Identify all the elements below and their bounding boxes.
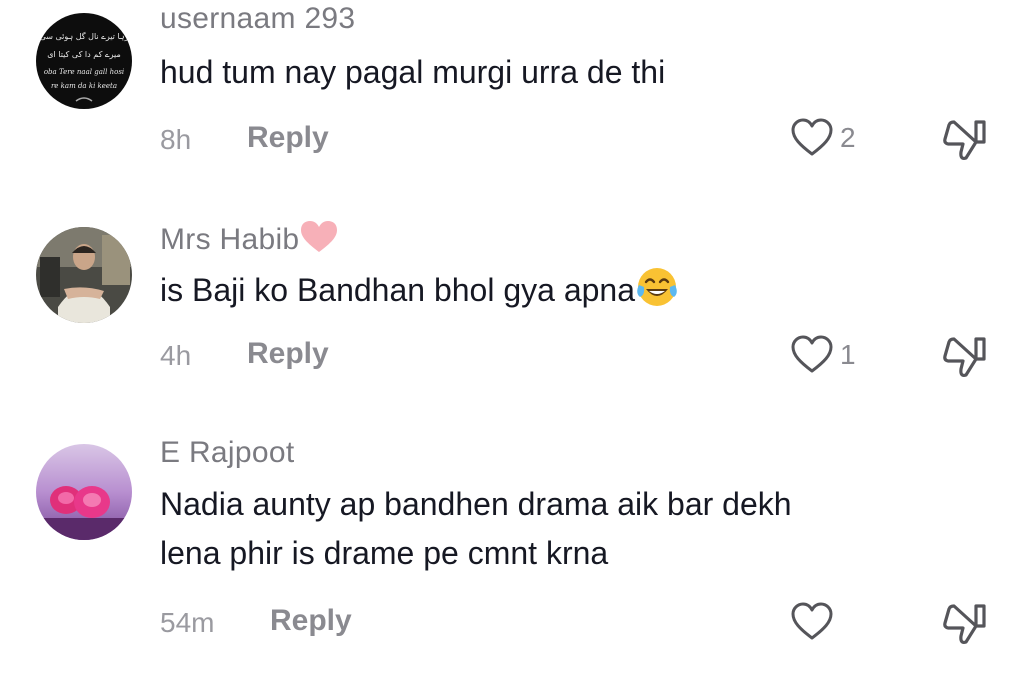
comment-text-line: is Baji ko Bandhan bhol gya apna bbox=[160, 265, 679, 315]
reply-button[interactable]: Reply bbox=[247, 337, 329, 371]
username-text: Mrs Habib bbox=[160, 223, 300, 256]
heart-outline-icon bbox=[791, 335, 833, 373]
thumbs-down-icon bbox=[943, 604, 986, 644]
tears-of-joy-emoji bbox=[637, 268, 677, 306]
avatar[interactable] bbox=[36, 227, 132, 323]
comment-username[interactable]: E Rajpoot bbox=[160, 436, 294, 470]
like-button[interactable]: 1 bbox=[790, 334, 856, 376]
comment-username[interactable]: Mrs Habib bbox=[160, 219, 339, 257]
like-button[interactable]: 2 bbox=[790, 117, 856, 159]
comment-text: is Baji ko Bandhan bhol gya apna bbox=[160, 265, 679, 315]
avatar-image bbox=[36, 227, 132, 323]
like-count: 2 bbox=[840, 122, 856, 153]
comment-time: 8h bbox=[160, 124, 192, 155]
comment-text-line: Nadia aunty ap bandhen drama aik bar dek… bbox=[160, 486, 792, 522]
comment-text-line: lena phir is drame pe cmnt krna bbox=[160, 535, 609, 571]
thumbs-down-icon bbox=[943, 120, 986, 160]
avatar-text-line: رہا تیرے نال گل ہوئی سی bbox=[40, 31, 129, 41]
comment-time: 4h bbox=[160, 340, 192, 371]
comment-text: Nadia aunty ap bandhen drama aik bar dek… bbox=[160, 480, 792, 578]
avatar-text-line: re kam da ki keeta bbox=[51, 82, 117, 90]
dislike-button[interactable] bbox=[940, 118, 988, 167]
comment-text: hud tum nay pagal murgi urra de thi bbox=[160, 48, 665, 97]
pink-heart-emoji bbox=[301, 221, 338, 252]
dislike-button[interactable] bbox=[940, 602, 988, 651]
dislike-button[interactable] bbox=[940, 335, 988, 384]
comment-text-content: is Baji ko Bandhan bhol gya apna bbox=[160, 272, 636, 308]
reply-button[interactable]: Reply bbox=[270, 604, 352, 638]
avatar-image bbox=[36, 444, 132, 540]
avatar-text-line: میرے کم دا کی کیتا ای bbox=[47, 50, 120, 59]
heart-outline-icon bbox=[791, 118, 833, 156]
like-count: 1 bbox=[840, 339, 856, 370]
avatar-text-line: oba Tere naal gall hosi bbox=[44, 68, 124, 76]
avatar[interactable]: رہا تیرے نال گل ہوئی سی میرے کم دا کی کی… bbox=[36, 13, 132, 109]
like-button[interactable] bbox=[790, 601, 840, 643]
thumbs-down-icon bbox=[943, 337, 986, 377]
comment-time: 54m bbox=[160, 607, 215, 638]
comment-text-line: hud tum nay pagal murgi urra de thi bbox=[160, 54, 666, 90]
avatar[interactable] bbox=[36, 444, 132, 540]
avatar-image: رہا تیرے نال گل ہوئی سی میرے کم دا کی کی… bbox=[36, 13, 132, 109]
reply-button[interactable]: Reply bbox=[247, 121, 329, 155]
heart-outline-icon bbox=[791, 602, 833, 640]
comment-username[interactable]: usernaam 293 bbox=[160, 2, 355, 36]
